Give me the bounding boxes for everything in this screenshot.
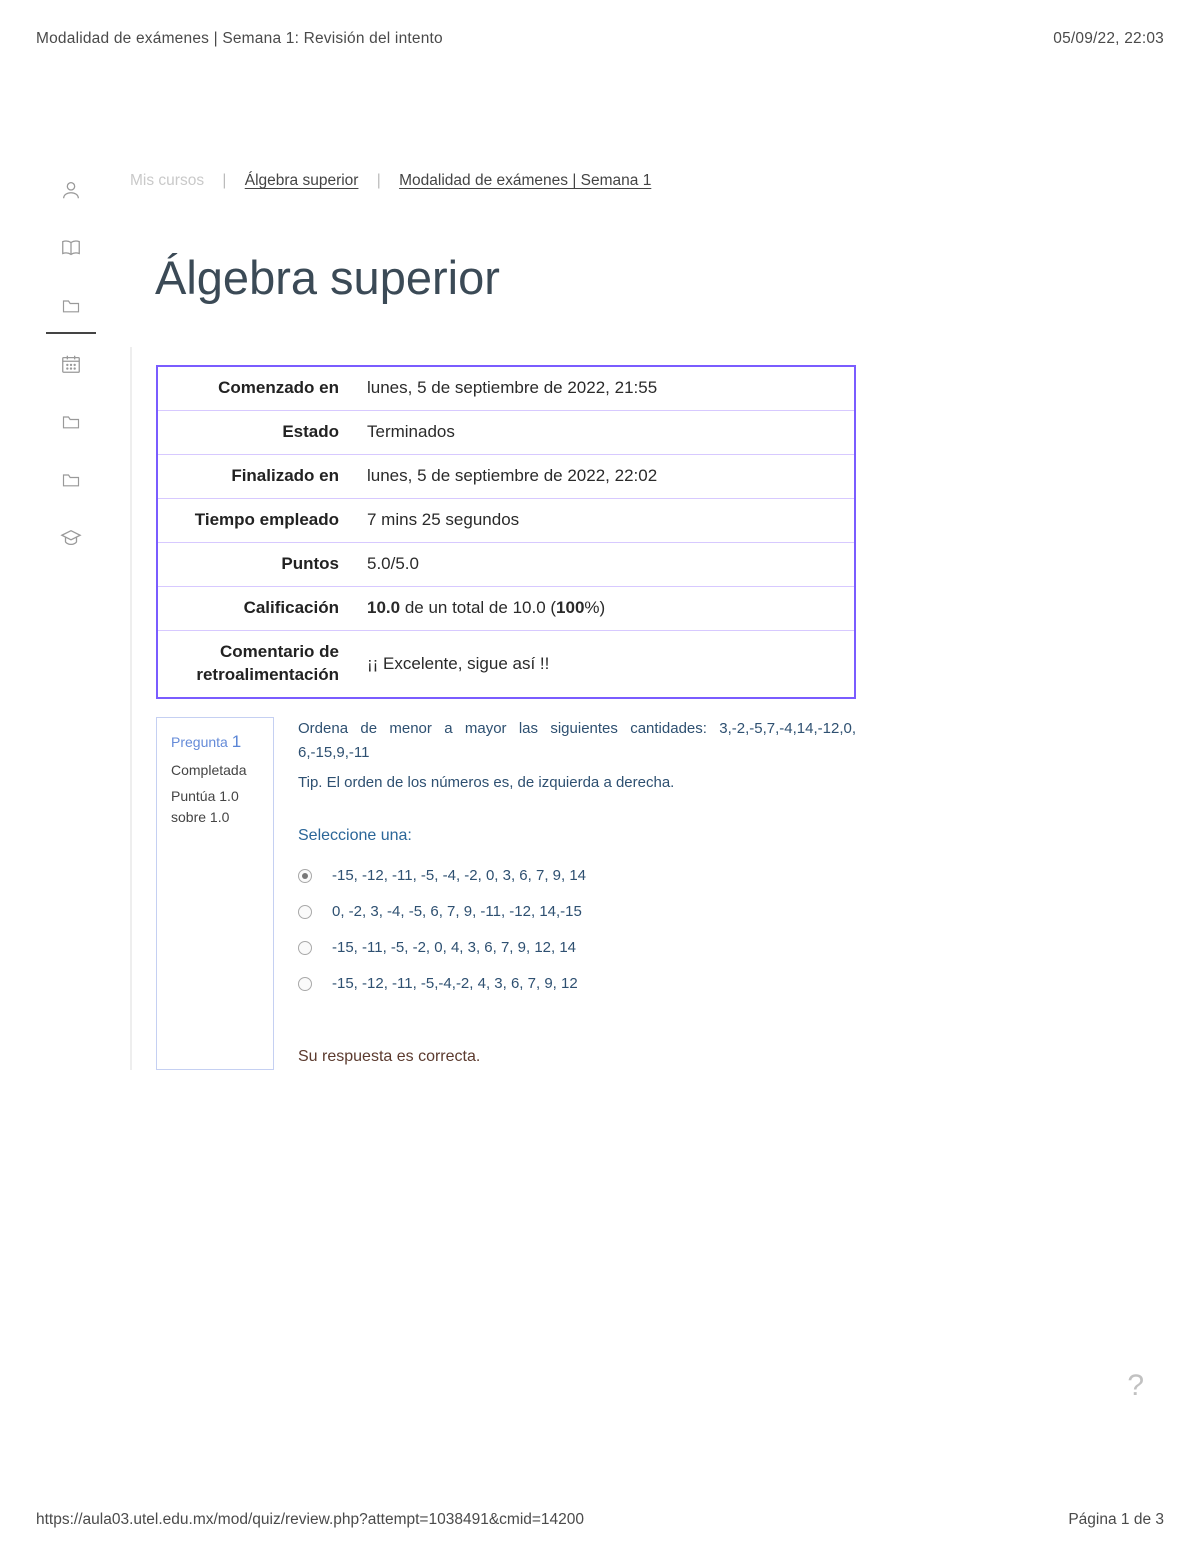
page-title: Álgebra superior — [155, 250, 1140, 305]
answer-feedback: Su respuesta es correcta. — [298, 1044, 856, 1070]
grade-post: %) — [584, 598, 605, 617]
question-status: Completada — [171, 760, 259, 780]
option-text: -15, -12, -11, -5,-4,-2, 4, 3, 6, 7, 9, … — [332, 972, 578, 996]
breadcrumb-sep-1: | — [222, 172, 226, 189]
question-block: Pregunta 1 Completada Puntúa 1.0 sobre 1… — [132, 717, 880, 1070]
option-row[interactable]: 0, -2, 3, -4, -5, 6, 7, 9, -11, -12, 14,… — [298, 894, 856, 930]
select-one-label: Seleccione una: — [298, 823, 856, 849]
sidebar — [46, 176, 96, 552]
calendar-icon — [60, 353, 82, 375]
summary-label: Calificación — [158, 587, 353, 630]
print-footer: https://aula03.utel.edu.mx/mod/quiz/revi… — [36, 1511, 1164, 1529]
summary-label: Comenzado en — [158, 367, 353, 410]
question-number-label: Pregunta 1 — [171, 730, 259, 755]
summary-table: Comenzado en lunes, 5 de septiembre de 2… — [156, 365, 856, 699]
book-icon — [60, 237, 82, 259]
breadcrumb-root[interactable]: Mis cursos — [130, 172, 204, 189]
question-prompt: Ordena de menor a mayor las siguientes c… — [298, 717, 856, 765]
radio-icon[interactable] — [298, 905, 312, 919]
radio-icon[interactable] — [298, 977, 312, 991]
radio-icon[interactable] — [298, 869, 312, 883]
footer-page: Página 1 de 3 — [1068, 1511, 1164, 1529]
option-text: 0, -2, 3, -4, -5, 6, 7, 9, -11, -12, 14,… — [332, 900, 582, 924]
sidebar-item-book[interactable] — [46, 234, 96, 262]
option-list: -15, -12, -11, -5, -4, -2, 0, 3, 6, 7, 9… — [298, 858, 856, 1002]
radio-icon[interactable] — [298, 941, 312, 955]
sidebar-item-profile[interactable] — [46, 176, 96, 204]
summary-row-finished: Finalizado en lunes, 5 de septiembre de … — [158, 455, 854, 499]
question-number: 1 — [232, 732, 241, 751]
summary-label: Comentario de retroalimentación — [158, 631, 353, 697]
summary-label: Finalizado en — [158, 455, 353, 498]
summary-row-started: Comenzado en lunes, 5 de septiembre de 2… — [158, 367, 854, 411]
question-body: Ordena de menor a mayor las siguientes c… — [298, 717, 856, 1070]
main-content: Mis cursos | Álgebra superior | Modalida… — [130, 172, 1140, 1070]
sidebar-item-folder-3[interactable] — [46, 466, 96, 494]
folder-icon — [60, 412, 82, 432]
summary-row-grade: Calificación 10.0 de un total de 10.0 (1… — [158, 587, 854, 631]
question-tip: Tip. El orden de los números es, de izqu… — [298, 771, 856, 795]
attempt-card: Comenzado en lunes, 5 de septiembre de 2… — [130, 347, 880, 1070]
summary-row-points: Puntos 5.0/5.0 — [158, 543, 854, 587]
question-grade: Puntúa 1.0 sobre 1.0 — [171, 786, 259, 827]
breadcrumb-sep-2: | — [377, 172, 381, 189]
doc-title: Modalidad de exámenes | Semana 1: Revisi… — [36, 30, 443, 48]
grade-mid: de un total de 10.0 ( — [400, 598, 556, 617]
print-header: Modalidad de exámenes | Semana 1: Revisi… — [0, 0, 1200, 48]
folder-icon — [60, 470, 82, 490]
option-text: -15, -12, -11, -5, -4, -2, 0, 3, 6, 7, 9… — [332, 864, 586, 888]
summary-row-time: Tiempo empleado 7 mins 25 segundos — [158, 499, 854, 543]
footer-url: https://aula03.utel.edu.mx/mod/quiz/revi… — [36, 1511, 584, 1529]
summary-value: ¡¡ Excelente, sigue así !! — [353, 631, 854, 697]
summary-value: 5.0/5.0 — [353, 543, 854, 586]
grade-score: 10.0 — [367, 598, 400, 617]
summary-row-state: Estado Terminados — [158, 411, 854, 455]
breadcrumb-item[interactable]: Modalidad de exámenes | Semana 1 — [399, 172, 651, 189]
grade-percent: 100 — [556, 598, 584, 617]
summary-value: 7 mins 25 segundos — [353, 499, 854, 542]
question-label-text: Pregunta — [171, 734, 228, 750]
sidebar-item-calendar[interactable] — [46, 350, 96, 378]
question-info-box: Pregunta 1 Completada Puntúa 1.0 sobre 1… — [156, 717, 274, 1070]
doc-datetime: 05/09/22, 22:03 — [1053, 30, 1164, 48]
option-row[interactable]: -15, -12, -11, -5,-4,-2, 4, 3, 6, 7, 9, … — [298, 966, 856, 1002]
graduation-cap-icon — [60, 527, 82, 549]
folder-icon — [60, 296, 82, 316]
summary-label: Estado — [158, 411, 353, 454]
option-row[interactable]: -15, -11, -5, -2, 0, 4, 3, 6, 7, 9, 12, … — [298, 930, 856, 966]
option-row[interactable]: -15, -12, -11, -5, -4, -2, 0, 3, 6, 7, 9… — [298, 858, 856, 894]
summary-label: Puntos — [158, 543, 353, 586]
summary-row-feedback: Comentario de retroalimentación ¡¡ Excel… — [158, 631, 854, 697]
summary-label: Tiempo empleado — [158, 499, 353, 542]
sidebar-item-folder-2[interactable] — [46, 408, 96, 436]
sidebar-item-folder-active[interactable] — [46, 292, 96, 320]
summary-value: Terminados — [353, 411, 854, 454]
breadcrumb: Mis cursos | Álgebra superior | Modalida… — [130, 172, 1140, 190]
sidebar-item-graduation[interactable] — [46, 524, 96, 552]
summary-value: 10.0 de un total de 10.0 (100%) — [353, 587, 854, 630]
breadcrumb-course[interactable]: Álgebra superior — [245, 172, 359, 189]
option-text: -15, -11, -5, -2, 0, 4, 3, 6, 7, 9, 12, … — [332, 936, 576, 960]
help-icon[interactable]: ? — [1127, 1369, 1144, 1403]
user-icon — [60, 179, 82, 201]
summary-value: lunes, 5 de septiembre de 2022, 22:02 — [353, 455, 854, 498]
summary-value: lunes, 5 de septiembre de 2022, 21:55 — [353, 367, 854, 410]
